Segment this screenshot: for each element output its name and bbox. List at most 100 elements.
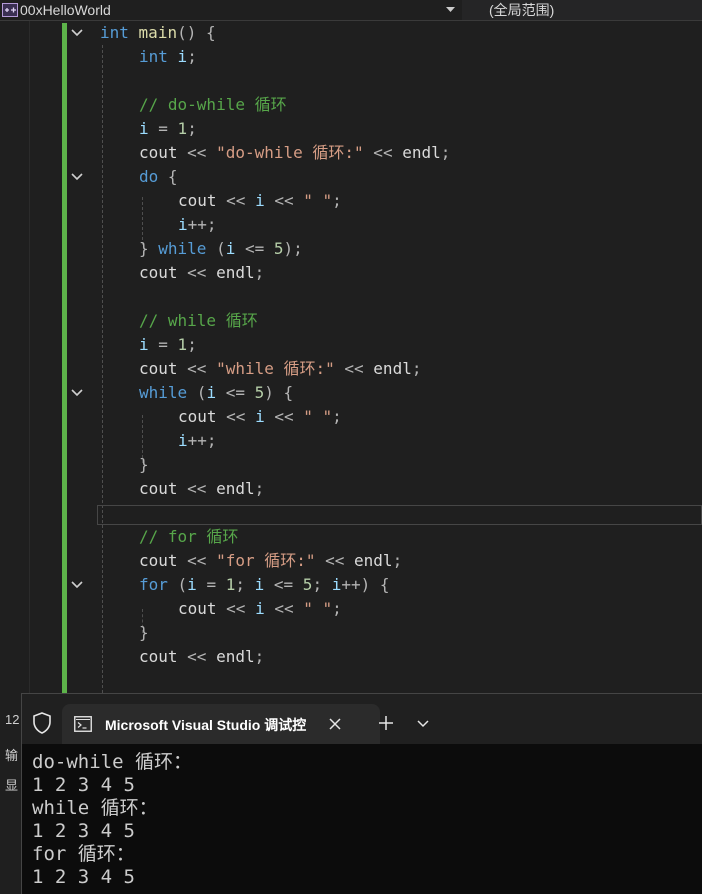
fold-chevron-icon[interactable] [70,386,84,400]
code-text: i = 1; [139,117,197,141]
code-token: <= [216,383,255,402]
code-token: 1 [225,575,236,594]
code-line[interactable]: i = 1; [0,117,702,141]
code-text: i++; [178,429,217,453]
code-line[interactable]: cout << endl; [0,645,702,669]
code-token: ; [254,647,265,666]
code-line[interactable]: cout << endl; [0,477,702,501]
code-line[interactable]: do { [0,165,702,189]
code-token: endl [354,551,393,570]
code-token: while [139,383,188,402]
code-token: << [264,599,304,618]
code-text: cout << "do-while 循环:" << endl; [139,141,450,165]
code-text: cout << i << " "; [178,597,342,621]
code-line[interactable]: i = 1; [0,333,702,357]
code-line[interactable] [0,285,702,309]
code-line[interactable]: cout << "while 循环:" << endl; [0,357,702,381]
code-line[interactable]: } while (i <= 5); [0,237,702,261]
code-token: i [178,215,188,234]
output-line: while 循环： [32,797,158,819]
code-token: i [255,191,265,210]
debug-console-window[interactable]: Microsoft Visual Studio 调试控 do-while 循环：… [21,693,702,894]
code-text: } while (i <= 5); [139,237,303,261]
code-token: << [363,143,403,162]
code-line[interactable]: // while 循环 [0,309,702,333]
code-token: // for 循环 [139,527,239,546]
code-line[interactable]: // do-while 循环 [0,93,702,117]
code-text: i = 1; [139,333,197,357]
fold-chevron-icon[interactable] [70,170,84,184]
code-token: ; [187,119,197,138]
code-token: } [139,455,149,474]
show-output-label[interactable]: 显 [5,775,18,794]
code-token: 5 [254,383,265,402]
code-token: endl [216,479,255,498]
code-token: ; [254,479,265,498]
project-icon [0,1,20,19]
code-line[interactable]: cout << i << " "; [0,189,702,213]
code-token: "do-while 循环:" [216,143,364,162]
code-token: << [177,143,217,162]
code-line[interactable] [0,501,702,525]
plus-icon[interactable] [377,714,395,732]
code-line[interactable]: } [0,621,702,645]
code-token: ; [312,575,332,594]
code-token: ; [332,191,342,210]
code-token: i [331,575,342,594]
scope-dropdown[interactable]: (全局范围) [462,0,702,20]
code-token: = [148,119,178,138]
fold-chevron-icon[interactable] [70,578,84,592]
code-token: << [315,551,355,570]
code-text: int main() { [100,21,216,45]
code-token: } [139,623,149,642]
chevron-down-icon[interactable] [444,0,456,20]
code-token: i [206,383,217,402]
output-tab-label[interactable]: 输 [5,745,18,764]
code-line[interactable]: cout << i << " "; [0,405,702,429]
code-line[interactable]: while (i <= 5) { [0,381,702,405]
code-line[interactable]: } [0,453,702,477]
code-line[interactable]: int main() { [0,21,702,45]
code-token: = [196,575,226,594]
chevron-down-icon[interactable] [416,717,430,729]
code-editor[interactable]: int main() {int i;// do-while 循环 i = 1; co… [0,21,702,693]
code-token: i [177,47,188,66]
code-line[interactable]: // for 循环 [0,525,702,549]
code-token: ; [254,263,265,282]
code-line[interactable]: for (i = 1; i <= 5; i++) { [0,573,702,597]
code-token: << [264,407,304,426]
terminal-tab[interactable]: Microsoft Visual Studio 调试控 [62,704,380,744]
code-line[interactable]: cout << endl; [0,261,702,285]
output-line: for 循环： [32,843,135,865]
close-icon[interactable] [326,715,344,733]
project-name: 00xHelloWorld [20,2,111,18]
line-number-indicator: 12 [5,712,20,727]
terminal-output[interactable]: do-while 循环： 1 2 3 4 5 while 循环： 1 2 3 4 5f… [32,751,692,889]
code-line[interactable]: cout << i << " "; [0,597,702,621]
code-text: cout << "for 循环:" << endl; [139,549,402,573]
code-text: // do-while 循环 [139,93,287,117]
code-token: " " [303,599,333,618]
code-line[interactable]: int i; [0,45,702,69]
code-token: 1 [177,335,188,354]
code-token: << [177,647,217,666]
code-line[interactable]: cout << "do-while 循环:" << endl; [0,141,702,165]
code-token: i [254,575,265,594]
code-token: endl [216,263,255,282]
code-text: cout << endl; [139,645,264,669]
code-line[interactable]: cout << "for 循环:" << endl; [0,549,702,573]
code-token: ; [332,599,342,618]
code-token: int [139,47,168,66]
code-line[interactable] [0,69,702,93]
code-line[interactable]: i++; [0,213,702,237]
output-line: do-while 循环： [32,751,192,773]
code-token: << [177,359,217,378]
fold-chevron-icon[interactable] [70,26,84,40]
code-line[interactable]: i++; [0,429,702,453]
code-token: " " [303,407,333,426]
code-token: <= [264,575,303,594]
code-text: while (i <= 5) { [139,381,293,405]
code-token: "while 循环:" [216,359,335,378]
project-dropdown[interactable]: 00xHelloWorld [0,0,460,20]
